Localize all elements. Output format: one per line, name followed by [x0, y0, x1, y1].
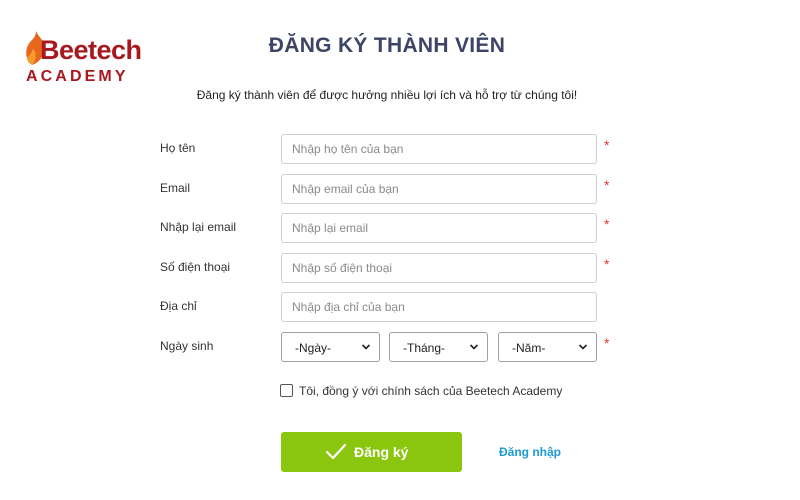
birth-month-value: -Tháng-	[403, 341, 446, 355]
form-row-confirm-email: Nhập lại email *	[160, 213, 620, 243]
chevron-down-icon	[578, 344, 588, 350]
brand-subtitle: ACADEMY	[26, 68, 129, 85]
chevron-down-icon	[361, 344, 371, 350]
birth-month-select[interactable]: -Tháng-	[389, 332, 488, 362]
birthdate-label: Ngày sinh	[160, 339, 214, 353]
form-row-fullname: Họ tên *	[160, 134, 620, 164]
phone-input[interactable]	[281, 253, 597, 283]
birth-day-value: -Ngày-	[295, 341, 332, 355]
email-input[interactable]	[281, 174, 597, 204]
form-row-phone: Số điện thoại *	[160, 253, 620, 283]
address-label: Địa chỉ	[160, 299, 197, 313]
form-row-birthdate: Ngày sinh -Ngày- -Tháng- -Năm- *	[160, 332, 620, 362]
required-marker: *	[604, 256, 610, 272]
required-marker: *	[604, 137, 610, 153]
form-row-address: Địa chỉ	[160, 292, 620, 322]
phone-label: Số điện thoại	[160, 260, 231, 274]
agree-label[interactable]: Tôi, đồng ý với chính sách của Beetech A…	[299, 384, 562, 398]
fullname-label: Họ tên	[160, 141, 196, 155]
required-marker: *	[604, 216, 610, 232]
form-row-email: Email *	[160, 174, 620, 204]
page-title: ĐĂNG KÝ THÀNH VIÊN	[268, 34, 506, 57]
required-marker: *	[604, 335, 610, 351]
register-button[interactable]: Đăng ký	[281, 432, 462, 472]
registration-page: Beetech ACADEMY ĐĂNG KÝ THÀNH VIÊN Đăng …	[0, 0, 800, 500]
birth-year-value: -Năm-	[512, 341, 546, 355]
register-button-label: Đăng ký	[354, 444, 409, 460]
confirm-email-label: Nhập lại email	[160, 220, 237, 234]
login-link[interactable]: Đăng nhập	[499, 445, 561, 459]
birth-year-select[interactable]: -Năm-	[498, 332, 597, 362]
agree-checkbox[interactable]	[280, 384, 293, 397]
address-input[interactable]	[281, 292, 597, 322]
fullname-input[interactable]	[281, 134, 597, 164]
birth-day-select[interactable]: -Ngày-	[281, 332, 380, 362]
chevron-down-icon	[469, 344, 479, 350]
check-icon	[325, 443, 347, 460]
email-label: Email	[160, 181, 191, 195]
confirm-email-input[interactable]	[281, 213, 597, 243]
required-marker: *	[604, 177, 610, 193]
page-subtitle: Đăng ký thành viên để được hưởng nhiều l…	[196, 88, 578, 102]
